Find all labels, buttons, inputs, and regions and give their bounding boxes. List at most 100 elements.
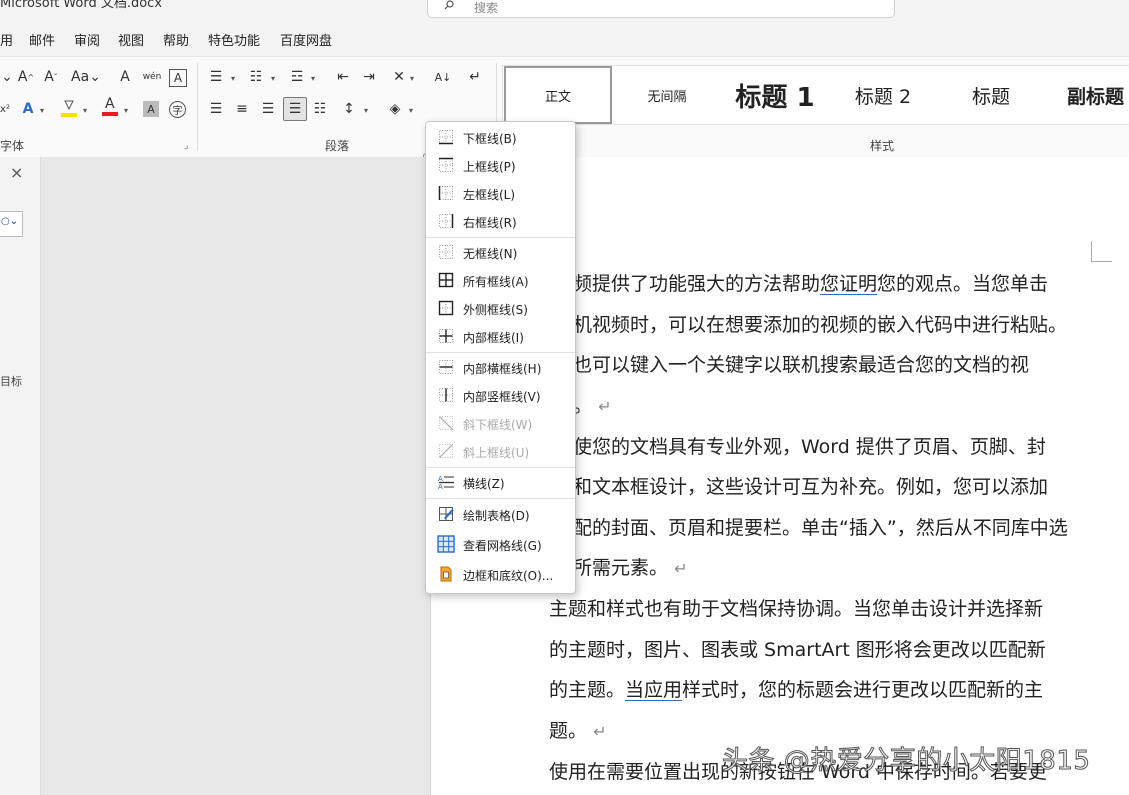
enclose-characters-icon[interactable]: 字 (169, 101, 186, 118)
doc-line-9: 主题和样式也有助于文档保持协调。当您单击设计并选择新 (549, 598, 1044, 620)
menu-item-partial[interactable]: 用 (0, 30, 13, 49)
align-right-icon[interactable]: ☰ (257, 98, 279, 120)
phonetic-guide-icon[interactable]: wén (141, 66, 163, 88)
menu-item-inside-vertical-border[interactable]: 内部竖框线(V) (426, 382, 575, 408)
title-bar: Microsoft Word 文档.docx 搜索 (0, 0, 1129, 20)
menu-item-special-features[interactable]: 特色功能 (208, 30, 260, 49)
font-color-icon[interactable]: A (99, 95, 121, 117)
highlight-color-icon[interactable] (58, 97, 80, 119)
menu-item-inside-borders[interactable]: 内部框线(I) (426, 323, 575, 349)
inside-horizontal-border-icon (439, 360, 453, 374)
nav-search-button[interactable]: ○⌄ (0, 211, 23, 237)
doc-line-10: 的主题时，图片、图表或 SmartArt 图形将会更改以匹配新 (549, 639, 1046, 661)
chinese-layout-icon[interactable]: ✕ (388, 66, 410, 88)
borders-dropdown-menu: 下框线(B) 上框线(P) 左框线(L) 右框线(R) 无框线(N) 所有框线(… (425, 121, 576, 594)
numbering-icon[interactable]: ☷ (245, 66, 267, 88)
svg-text:A: A (438, 475, 443, 483)
menu-item-right-border[interactable]: 右框线(R) (426, 208, 575, 234)
menu-item-review[interactable]: 审阅 (74, 30, 100, 49)
paragraph-group-label: 段落 (325, 139, 350, 153)
menu-item-help[interactable]: 帮助 (163, 30, 189, 49)
font-group-label: 字体 (0, 139, 25, 153)
menu-item-left-border[interactable]: 左框线(L) (426, 180, 575, 206)
close-icon[interactable]: × (10, 163, 23, 182)
menu-item-horizontal-line[interactable]: AA 横线(Z) (426, 469, 575, 495)
justify-icon[interactable]: ☰ (283, 97, 307, 121)
style-normal[interactable]: 正文 (504, 66, 612, 124)
bullets-icon[interactable]: ☰ (205, 66, 227, 88)
all-borders-icon (438, 272, 454, 288)
menu-item-no-border[interactable]: 无框线(N) (426, 239, 575, 265)
decrease-indent-icon[interactable]: ⇤ (332, 66, 354, 88)
superscript-icon[interactable]: x² (0, 98, 16, 120)
style-subtitle[interactable]: 副标题 (1045, 66, 1129, 124)
align-left-icon[interactable]: ☰ (205, 98, 227, 120)
svg-text:A: A (105, 96, 115, 112)
doc-line-12: 题。 ↵ (549, 720, 607, 742)
menu-item-draw-table[interactable]: 绘制表格(D) (426, 501, 575, 527)
menu-item-outside-borders[interactable]: 外侧框线(S) (426, 295, 575, 321)
doc-line-3: 也可以键入一个关键字以联机搜索最适合您的文档的视 (573, 354, 1030, 376)
window-title: Microsoft Word 文档.docx (0, 0, 163, 11)
increase-indent-icon[interactable]: ⇥ (358, 66, 380, 88)
styles-group-label: 样式 (870, 139, 895, 153)
show-hide-marks-icon[interactable]: ↵ (464, 66, 486, 88)
clear-formatting-icon[interactable]: A (114, 66, 136, 88)
search-input[interactable]: 搜索 (427, 0, 895, 18)
menu-item-baidu-netdisk[interactable]: 百度网盘 (280, 30, 332, 49)
navigation-pane: × ○⌄ 目标 (0, 157, 41, 795)
doc-line-6: 和文本框设计，这些设计可互为补充。例如，您可以添加 (573, 476, 1049, 498)
page-corner-mark (1091, 241, 1112, 262)
line-spacing-icon[interactable]: ↕ (338, 98, 360, 120)
diagonal-down-border-icon (439, 416, 453, 430)
search-placeholder: 搜索 (474, 1, 499, 15)
view-gridlines-icon (437, 535, 455, 553)
doc-line-2: 机视频时，可以在想要添加的视频的嵌入代码中进行粘贴。 (573, 314, 1068, 336)
change-case-icon[interactable]: Aa⌄ (70, 66, 102, 88)
doc-line-1: 频提供了功能强大的方法帮助您证明您的观点。当您单击 (573, 273, 1049, 295)
menu-item-bottom-border[interactable]: 下框线(B) (426, 124, 575, 150)
left-border-icon (438, 186, 453, 200)
align-center-icon[interactable]: ≡ (231, 98, 253, 120)
borders-and-shading-icon (440, 566, 452, 582)
menu-item-view-gridlines[interactable]: 查看网格线(G) (426, 531, 575, 557)
sort-icon[interactable]: A↓ (432, 66, 454, 88)
menu-item-diagonal-up-border: 斜上框线(U) (426, 438, 575, 464)
doc-line-11: 的主题。当应用样式时，您的标题会进行更改以匹配新的主 (549, 679, 1044, 701)
horizontal-line-icon: AA (438, 475, 454, 490)
menu-bar: 用 邮件 审阅 视图 帮助 特色功能 百度网盘 (0, 24, 1129, 52)
style-title[interactable]: 标题 (937, 66, 1045, 124)
style-no-spacing[interactable]: 无间隔 (613, 66, 721, 124)
search-icon (444, 0, 454, 10)
grow-font-icon[interactable]: A ^ (15, 66, 37, 88)
nav-pane-label: 目标 (0, 375, 22, 388)
shading-icon[interactable]: ◈ (384, 98, 406, 120)
menu-item-all-borders[interactable]: 所有框线(A) (426, 267, 575, 293)
character-shading-icon[interactable]: A (143, 101, 159, 117)
bottom-border-icon (439, 130, 453, 145)
shrink-font-icon[interactable]: Aˇ (40, 66, 62, 88)
menu-item-diagonal-down-border: 斜下框线(W) (426, 410, 575, 436)
styles-gallery: 正文 无间隔 标题 1 标题 2 标题 副标题 (502, 65, 1129, 125)
doc-line-7: 配的封面、页眉和提要栏。单击“插入”，然后从不同库中选 (573, 517, 1068, 539)
distributed-icon[interactable]: ☷ (309, 98, 331, 120)
style-heading-2[interactable]: 标题 2 (829, 66, 937, 124)
inside-vertical-border-icon (439, 388, 453, 402)
doc-line-4: 。 ↵ (573, 395, 612, 417)
diagonal-up-border-icon (439, 444, 453, 458)
character-border-icon[interactable]: A (169, 69, 187, 87)
style-heading-1[interactable]: 标题 1 (721, 66, 829, 124)
draw-table-icon (439, 507, 454, 521)
right-border-icon (439, 214, 454, 228)
menu-item-mailings[interactable]: 邮件 (29, 30, 55, 49)
no-border-icon (439, 245, 453, 259)
menu-item-borders-and-shading[interactable]: 边框和底纹(O)... (426, 561, 575, 587)
menu-item-top-border[interactable]: 上框线(P) (426, 152, 575, 178)
menu-item-view[interactable]: 视图 (118, 30, 144, 49)
multilevel-list-icon[interactable]: ☲ (286, 66, 308, 88)
font-dialog-launcher-icon[interactable]: ⌟ (184, 141, 188, 151)
menu-item-inside-horizontal-border[interactable]: 内部横框线(H) (426, 354, 575, 380)
inside-borders-icon (439, 329, 453, 343)
doc-line-8: 所需元素。 ↵ (573, 557, 688, 579)
text-effects-icon[interactable]: A (17, 98, 39, 120)
